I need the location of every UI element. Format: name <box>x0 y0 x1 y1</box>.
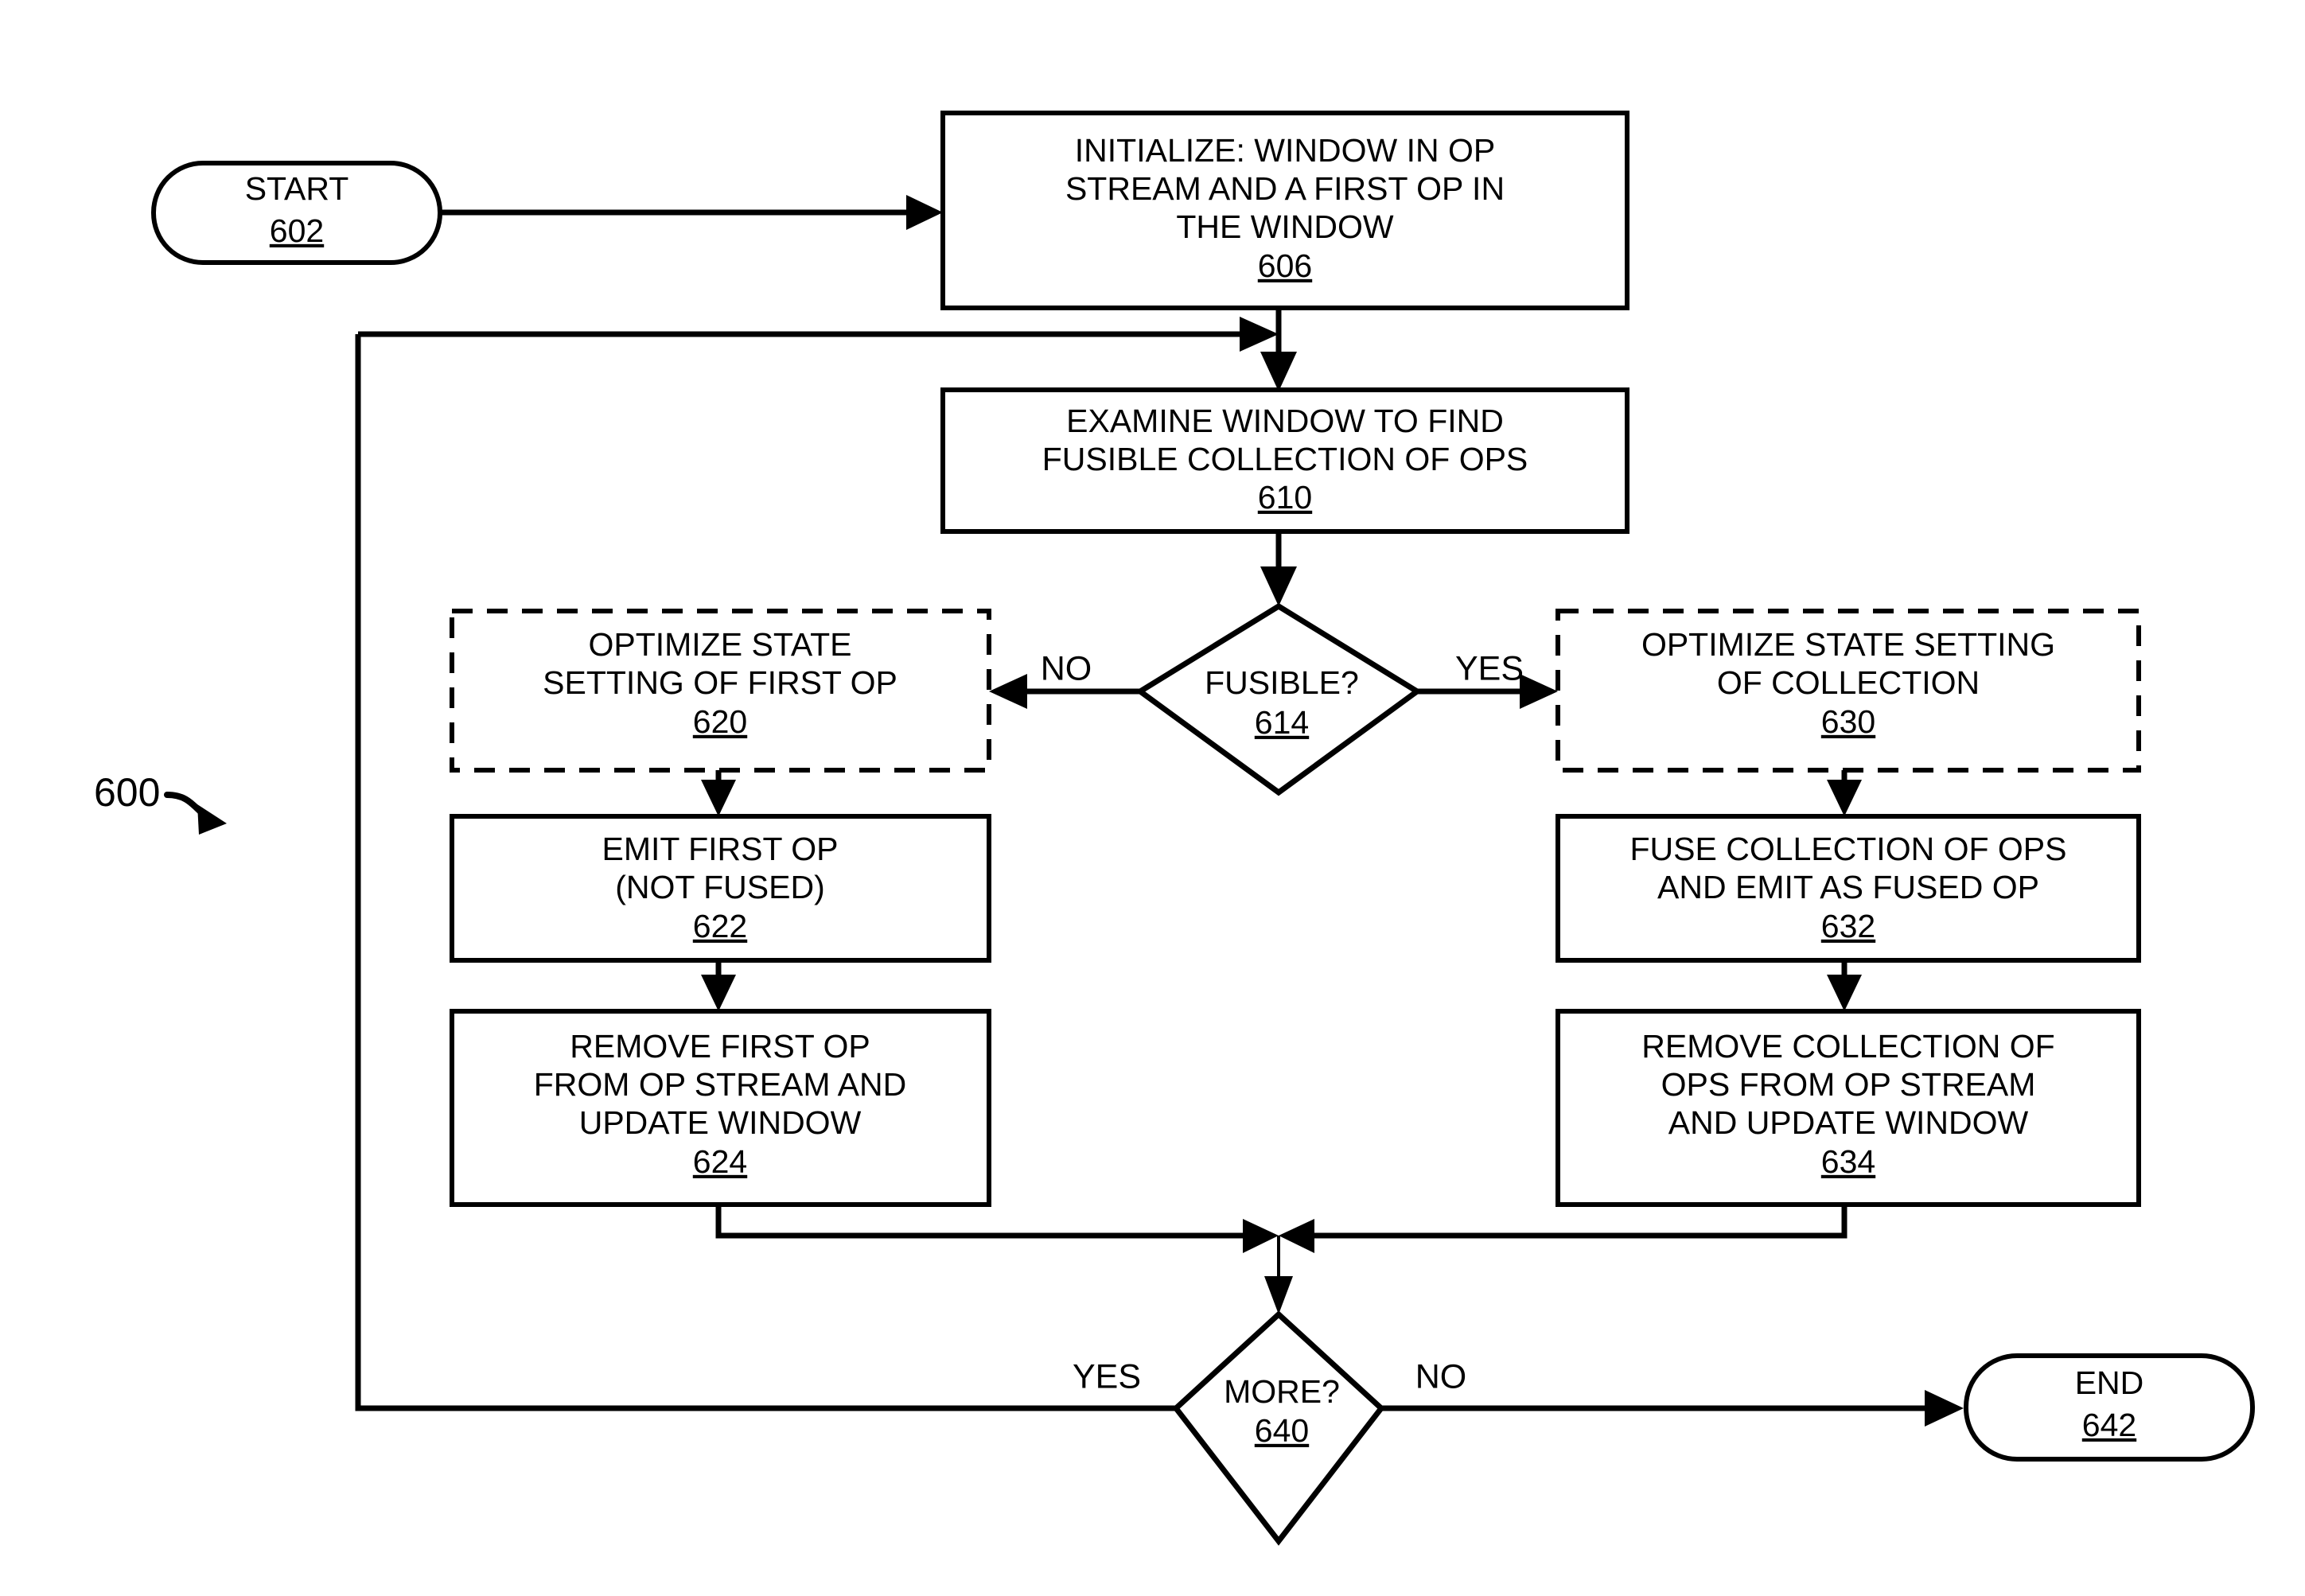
connector-632-to-634 <box>1827 960 1862 1011</box>
node-start-title: START <box>245 170 349 207</box>
node-remove-collection-line1: REMOVE COLLECTION OF <box>1641 1028 2054 1065</box>
connector-feedback-loop-top <box>358 317 1279 352</box>
flowchart-figure: START 602 INITIALIZE: WINDOW IN OP STREA… <box>0 0 2305 1596</box>
node-optimize-collection-ref: 630 <box>1821 703 1875 740</box>
edge-label-fusible-yes: YES <box>1455 649 1524 687</box>
node-initialize[interactable]: INITIALIZE: WINDOW IN OP STREAM AND A FI… <box>940 111 1629 310</box>
node-fusible-title: FUSIBLE? <box>1205 664 1359 701</box>
node-remove-first-op-line2: FROM OP STREAM AND <box>534 1066 907 1103</box>
node-remove-first-op-line3: UPDATE WINDOW <box>579 1104 862 1141</box>
node-remove-collection-ref: 634 <box>1821 1143 1875 1180</box>
node-end-title: END <box>2075 1364 2144 1401</box>
node-remove-collection-line3: AND UPDATE WINDOW <box>1668 1104 2029 1141</box>
node-initialize-ref: 606 <box>1258 247 1312 284</box>
node-remove-collection[interactable]: REMOVE COLLECTION OF OPS FROM OP STREAM … <box>1555 1009 2141 1207</box>
connector-more-no <box>1381 1390 1964 1427</box>
node-examine-line1: EXAMINE WINDOW TO FIND <box>1066 403 1504 439</box>
node-remove-first-op-ref: 624 <box>693 1143 747 1180</box>
node-end[interactable]: END 642 <box>1964 1353 2255 1462</box>
node-fuse-collection-line1: FUSE COLLECTION OF OPS <box>1629 831 2066 867</box>
edge-label-more-no: NO <box>1415 1357 1467 1396</box>
node-fuse-collection-line2: AND EMIT AS FUSED OP <box>1657 869 2039 905</box>
node-start-ref: 602 <box>270 212 324 249</box>
flowchart-canvas: START 602 INITIALIZE: WINDOW IN OP STREA… <box>94 111 2255 1546</box>
node-examine-ref: 610 <box>1258 479 1312 516</box>
node-fusible-ref: 614 <box>1255 704 1309 741</box>
node-remove-first-op-line1: REMOVE FIRST OP <box>570 1028 870 1065</box>
node-emit-first-op-line1: EMIT FIRST OP <box>602 831 839 867</box>
node-initialize-line2: STREAM AND A FIRST OP IN <box>1065 170 1505 207</box>
figure-number-label: 600 <box>94 770 160 815</box>
node-optimize-collection[interactable]: OPTIMIZE STATE SETTING OF COLLECTION 630 <box>1555 609 2141 773</box>
edge-label-fusible-no: NO <box>1041 649 1092 687</box>
node-optimize-collection-line2: OF COLLECTION <box>1717 664 1980 701</box>
node-initialize-line3: THE WINDOW <box>1176 208 1394 245</box>
node-optimize-first-op-ref: 620 <box>693 703 747 740</box>
edge-label-more-yes: YES <box>1073 1357 1141 1396</box>
node-more-title: MORE? <box>1224 1373 1340 1410</box>
connector-634-to-merge <box>1279 1205 1848 1253</box>
node-fusible-decision[interactable]: FUSIBLE? 614 <box>1135 602 1423 796</box>
connector-initialize-to-examine <box>1260 307 1297 391</box>
node-more-decision[interactable]: MORE? 640 <box>1172 1310 1385 1546</box>
node-fuse-collection[interactable]: FUSE COLLECTION OF OPS AND EMIT AS FUSED… <box>1555 814 2141 963</box>
node-examine-line2: FUSIBLE COLLECTION OF OPS <box>1042 441 1528 477</box>
node-remove-collection-line2: OPS FROM OP STREAM <box>1661 1066 2036 1103</box>
node-end-ref: 642 <box>2082 1407 2136 1443</box>
node-optimize-collection-line1: OPTIMIZE STATE SETTING <box>1641 626 2055 663</box>
connector-examine-to-fusible <box>1260 531 1297 606</box>
connector-624-to-merge <box>715 1205 1279 1253</box>
node-more-ref: 640 <box>1255 1412 1309 1449</box>
figure-callout-arrow <box>164 792 227 835</box>
connector-630-to-632 <box>1827 770 1862 816</box>
node-examine-window[interactable]: EXAMINE WINDOW TO FIND FUSIBLE COLLECTIO… <box>940 387 1629 534</box>
connector-620-to-622 <box>701 770 736 816</box>
node-start[interactable]: START 602 <box>151 161 442 265</box>
connector-622-to-624 <box>701 960 736 1011</box>
node-optimize-first-op-line2: SETTING OF FIRST OP <box>543 664 897 701</box>
connector-merge-to-more <box>1264 1236 1293 1314</box>
node-remove-first-op[interactable]: REMOVE FIRST OP FROM OP STREAM AND UPDAT… <box>450 1009 991 1207</box>
node-emit-first-op[interactable]: EMIT FIRST OP (NOT FUSED) 622 <box>450 814 991 963</box>
node-initialize-line1: INITIALIZE: WINDOW IN OP <box>1075 132 1495 169</box>
connector-start-to-initialize <box>438 195 943 230</box>
node-optimize-first-op[interactable]: OPTIMIZE STATE SETTING OF FIRST OP 620 <box>450 609 991 773</box>
node-emit-first-op-ref: 622 <box>693 908 747 944</box>
node-optimize-first-op-line1: OPTIMIZE STATE <box>588 626 851 663</box>
node-emit-first-op-line2: (NOT FUSED) <box>615 869 824 905</box>
node-fuse-collection-ref: 632 <box>1821 908 1875 944</box>
